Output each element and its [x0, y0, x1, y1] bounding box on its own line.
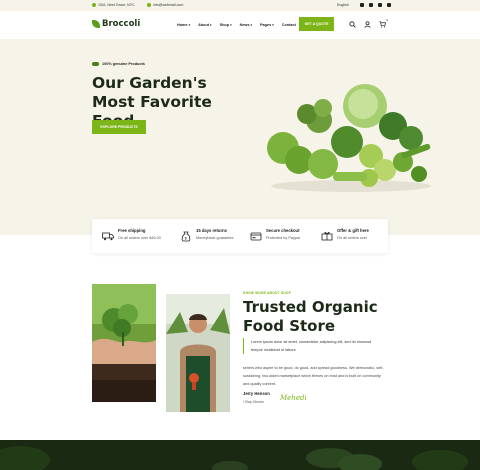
- youtube-icon[interactable]: [378, 3, 382, 7]
- about-eyebrow: KNOW MORE ABOUT SHOP: [243, 291, 292, 295]
- about-title: Trusted Organic Food Store: [243, 298, 378, 335]
- social-links: [360, 3, 391, 7]
- nav-pages[interactable]: Pages▾: [260, 23, 274, 27]
- chevron-down-icon: ▾: [188, 23, 191, 27]
- get-quote-button[interactable]: GET A QUOTE: [299, 17, 334, 31]
- mail-icon: [147, 3, 151, 7]
- language-selector[interactable]: English: [337, 3, 349, 7]
- nav-home[interactable]: Home▾: [177, 23, 190, 27]
- feature-free-shipping: Free shipping On all orders over $49.00: [102, 228, 161, 242]
- nav-contact[interactable]: Contact: [282, 23, 296, 27]
- truck-icon: [102, 232, 114, 241]
- about-quote: Lorem ipsum dolor sit amet, consectetur …: [243, 338, 383, 354]
- signature: Mehedi: [280, 394, 307, 402]
- nav-shop[interactable]: Shop▾: [220, 23, 232, 27]
- cart-button[interactable]: 0: [375, 17, 389, 31]
- address-info: 15/A, Nest Tower, NYC: [92, 3, 135, 7]
- nav-news[interactable]: News▾: [240, 23, 252, 27]
- search-button[interactable]: [345, 17, 359, 31]
- top-bar: 15/A, Nest Tower, NYC info@webmail.com E…: [0, 0, 480, 11]
- instagram-icon[interactable]: [387, 3, 391, 7]
- nav-about[interactable]: About▾: [198, 23, 211, 27]
- cart-count-badge: 0: [386, 18, 388, 22]
- hero-badge-text: 100% genuine Products: [102, 62, 145, 66]
- vegetables-image: [267, 84, 431, 192]
- facebook-icon[interactable]: [360, 3, 364, 7]
- author-role: / Shop Director: [243, 400, 265, 404]
- features-bar: Free shipping On all orders over $49.00 $…: [92, 219, 388, 253]
- twitter-icon[interactable]: [369, 3, 373, 7]
- main-header: Broccoli Home▾ About▾ Shop▾ News▾ Pages▾…: [0, 11, 480, 39]
- chevron-down-icon: ▾: [210, 23, 212, 27]
- leaf-badge-icon: [92, 62, 99, 66]
- user-icon: [363, 20, 371, 28]
- explore-products-button[interactable]: EXPLORE PRODUCTS: [92, 120, 146, 134]
- footer-leaves-band: [0, 440, 480, 470]
- email-info[interactable]: info@webmail.com: [147, 3, 183, 7]
- location-icon: [92, 3, 96, 7]
- main-nav: Home▾ About▾ Shop▾ News▾ Pages▾ Contact: [177, 23, 296, 27]
- gardener-photo: [166, 294, 230, 412]
- chevron-down-icon: ▾: [230, 23, 232, 27]
- broccoli-logo-icon: [92, 20, 100, 28]
- feature-secure-checkout: Secure checkout Protected by Paypal: [250, 228, 300, 242]
- site-logo[interactable]: Broccoli: [92, 19, 140, 29]
- chevron-down-icon: ▾: [250, 23, 253, 27]
- logo-text: Broccoli: [102, 19, 141, 29]
- planting-hands-photo: [92, 284, 156, 402]
- cart-icon: [378, 20, 386, 28]
- address-text: 15/A, Nest Tower, NYC: [98, 3, 135, 7]
- about-paragraph: sellers who aspire to be good, do good, …: [243, 366, 384, 386]
- money-bag-icon: $: [181, 231, 191, 242]
- gift-icon: [321, 232, 333, 241]
- account-button[interactable]: [360, 17, 374, 31]
- credit-card-icon: [250, 232, 262, 241]
- feature-returns: $ 15 days returns Moneyback guarantee: [180, 228, 234, 242]
- author-name: Jerry Henson: [243, 391, 270, 396]
- feature-offers: Offer & gift here On all orders over: [321, 228, 369, 242]
- chevron-down-icon: ▾: [272, 23, 274, 27]
- svg-text:$: $: [185, 235, 188, 240]
- hero-badge: 100% genuine Products: [92, 62, 145, 66]
- email-text[interactable]: info@webmail.com: [153, 3, 183, 7]
- search-icon: [348, 20, 356, 28]
